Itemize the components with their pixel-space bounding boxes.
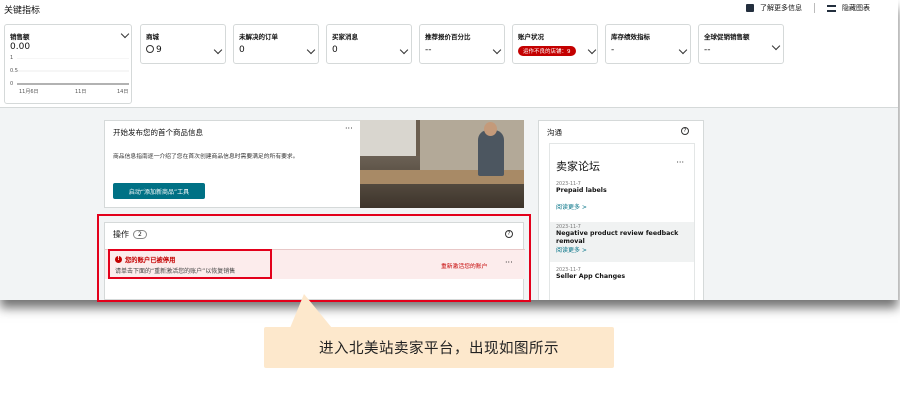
buyer-messages-value: 0 (332, 45, 338, 55)
forum-post[interactable]: 2023-11-7 Negative product review feedba… (556, 225, 690, 254)
inventory-performance-label: 库存绩效指标 (611, 33, 650, 41)
chevron-down-icon[interactable] (213, 45, 223, 55)
highlight-box-alert (108, 249, 272, 279)
shopping-bag-icon (746, 4, 754, 12)
inventory-performance-card[interactable]: 库存绩效指标 - (605, 24, 691, 64)
help-icon[interactable]: ? (681, 127, 689, 135)
read-more-link[interactable]: 阅读更多 > (556, 245, 690, 254)
global-promotions-label: 全球促销销售额 (704, 33, 750, 41)
hide-chart-link[interactable]: 隐藏图表 (842, 3, 870, 13)
marketplace-label: 商城 (146, 33, 159, 41)
x-tick: 14日 (117, 89, 129, 95)
y-tick: 1 (10, 55, 14, 61)
more-options-icon[interactable]: ··· (676, 158, 684, 167)
y-tick: 0.5 (10, 68, 18, 74)
learn-more-link[interactable]: 了解更多信息 (760, 3, 802, 13)
y-tick: 0 (10, 81, 14, 87)
x-tick: 11月6日 (19, 89, 39, 95)
key-metrics-bar: 关键指标 了解更多信息 隐藏图表 销售额 0.00 1 0.5 0 11月6日 … (0, 0, 898, 108)
marketplace-card[interactable]: 商城 9 (140, 24, 226, 64)
listing-card-description: 商品信息指南逐一介绍了您在首次创建商品信息时需要满足的所有要求。 (113, 154, 299, 160)
communication-title: 沟通 (547, 128, 562, 137)
marketplace-value: 9 (146, 45, 162, 55)
chevron-down-icon[interactable] (306, 45, 316, 55)
callout-text: 进入北美站卖家平台，出现如图所示 (319, 341, 559, 357)
chart-icon (827, 4, 836, 12)
sales-label: 销售额 (10, 33, 30, 41)
read-more-link[interactable]: 阅读更多 > (556, 202, 690, 211)
globe-icon (146, 45, 154, 53)
seller-forum-card: 卖家论坛 ··· 2023-11-7 Prepaid labels 阅读更多 >… (549, 143, 695, 300)
chevron-down-icon[interactable] (678, 45, 688, 55)
seller-workshop-image (360, 120, 524, 208)
post-title[interactable]: Negative product review feedback removal (556, 230, 690, 245)
communication-panel: 沟通 ? 卖家论坛 ··· 2023-11-7 Prepaid labels 阅… (538, 120, 704, 300)
listing-card-title: 开始发布您的首个商品信息 (113, 128, 203, 137)
account-health-card[interactable]: 账户状况 运作不良的店铺：9 (512, 24, 598, 64)
featured-offer-label: 推荐报价百分比 (425, 33, 471, 41)
featured-offer-card[interactable]: 推荐报价百分比 -- (419, 24, 505, 64)
image-person (478, 130, 504, 176)
open-orders-card[interactable]: 未解决的订单 0 (233, 24, 319, 64)
open-orders-label: 未解决的订单 (239, 33, 278, 41)
sales-value: 0.00 (10, 42, 31, 52)
forum-post[interactable]: 2023-11-7 Seller App Changes (556, 268, 690, 281)
add-product-tool-button[interactable]: 启动“添加新商品”工具 (113, 183, 205, 199)
forum-post[interactable]: 2023-11-7 Prepaid labels 阅读更多 > (556, 182, 690, 211)
divider (814, 3, 815, 13)
forum-title: 卖家论坛 (556, 160, 600, 173)
post-title[interactable]: Seller App Changes (556, 273, 690, 281)
chevron-down-icon[interactable] (587, 45, 597, 55)
callout-pointer (290, 294, 332, 328)
chevron-down-icon[interactable] (492, 45, 502, 55)
sales-card[interactable]: 销售额 0.00 1 0.5 0 11月6日 11日 14日 (4, 24, 132, 104)
chevron-down-icon[interactable] (771, 41, 781, 51)
inventory-performance-value: - (611, 45, 615, 55)
annotation-callout: 进入北美站卖家平台，出现如图所示 (264, 327, 614, 368)
buyer-messages-card[interactable]: 买家消息 0 (326, 24, 412, 64)
post-title[interactable]: Prepaid labels (556, 187, 690, 195)
account-health-badge: 运作不良的店铺：9 (518, 46, 576, 56)
more-options-icon[interactable]: ··· (345, 124, 353, 133)
account-health-label: 账户状况 (518, 33, 544, 41)
key-metrics-actions: 了解更多信息 隐藏图表 (746, 3, 870, 13)
sales-sparkline (17, 58, 129, 85)
featured-offer-value: -- (425, 45, 432, 55)
x-tick: 11日 (75, 89, 87, 95)
global-promotions-value: -- (704, 45, 711, 55)
buyer-messages-label: 买家消息 (332, 33, 358, 41)
global-promotions-card[interactable]: 全球促销销售额 -- (698, 24, 784, 64)
image-window (360, 120, 420, 156)
image-head (484, 122, 497, 136)
key-metrics-title: 关键指标 (4, 6, 41, 16)
chevron-down-icon[interactable] (399, 45, 409, 55)
chevron-down-icon[interactable] (120, 29, 130, 39)
open-orders-value: 0 (239, 45, 245, 55)
image-wall (420, 120, 524, 170)
